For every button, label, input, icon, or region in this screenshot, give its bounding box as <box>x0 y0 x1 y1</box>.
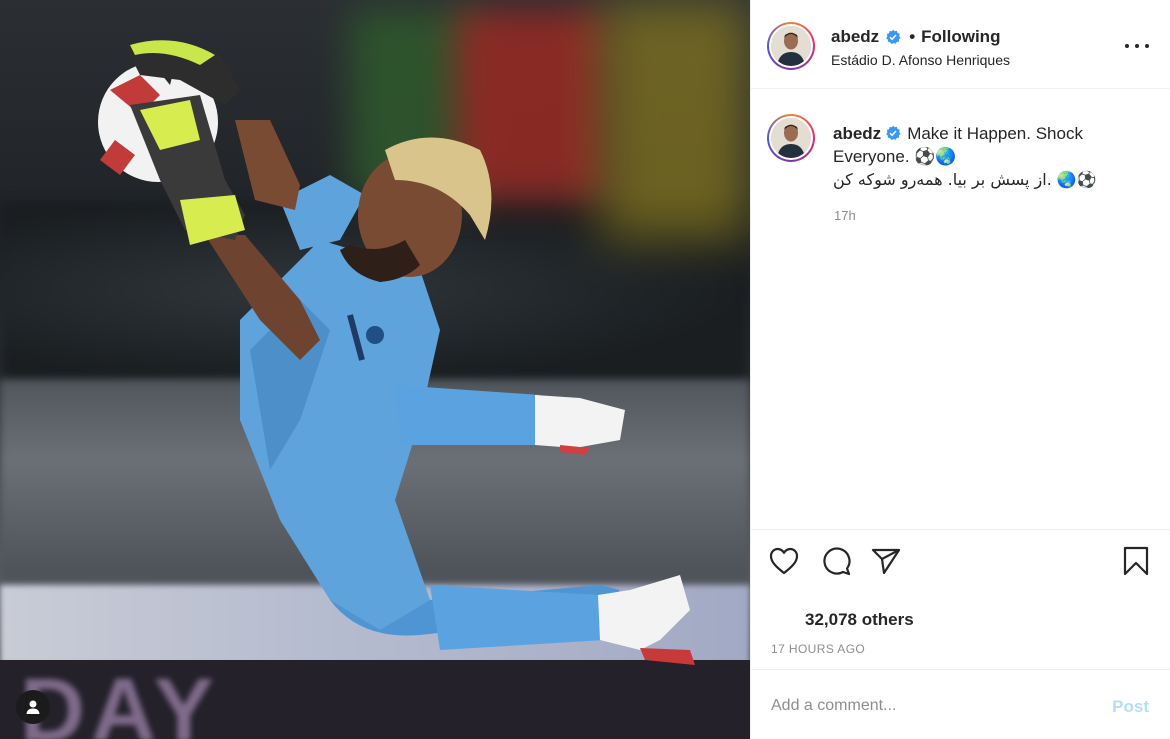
header-user-line: abedz • Following <box>831 27 1000 47</box>
caption-timestamp[interactable]: 17h <box>834 208 856 223</box>
likes-count[interactable]: 32,078 others <box>805 610 914 630</box>
ellipsis-icon <box>1135 44 1139 48</box>
save-button[interactable] <box>1119 544 1153 578</box>
avatar[interactable] <box>767 22 815 70</box>
profile-photo <box>771 118 811 158</box>
background-board-lettering: DAY <box>20 661 220 739</box>
like-button[interactable] <box>767 544 801 578</box>
post-timestamp[interactable]: 17 HOURS AGO <box>771 642 865 656</box>
verified-badge-icon <box>886 29 901 44</box>
avatar[interactable] <box>767 114 815 162</box>
comment-form: Post <box>751 669 1170 739</box>
share-button[interactable] <box>869 544 903 578</box>
person-icon <box>26 700 40 714</box>
ellipsis-icon <box>1145 44 1149 48</box>
post-side-panel: abedz • Following Estádio D. Afonso Henr… <box>750 0 1170 739</box>
username-link[interactable]: abedz <box>831 27 879 47</box>
post-caption: abedz Make it Happen. Shock Everyone. ⚽🌏… <box>751 89 1170 529</box>
caption-text: abedz Make it Happen. Shock Everyone. ⚽🌏… <box>833 122 1133 191</box>
username-link[interactable]: abedz <box>833 124 881 143</box>
post-header: abedz • Following Estádio D. Afonso Henr… <box>751 0 1170 89</box>
goalkeeper-illustration <box>98 39 695 665</box>
following-button[interactable]: Following <box>921 27 1000 47</box>
comment-button[interactable] <box>819 544 853 578</box>
paper-plane-icon <box>871 548 901 575</box>
post-comment-button[interactable]: Post <box>1112 697 1149 717</box>
tagged-users-button[interactable] <box>16 690 50 724</box>
speech-bubble-icon <box>823 547 851 576</box>
caption-line-persian: از پسش بر بیا. همه‌رو شوکه کن. 🌏⚽ <box>833 170 1097 189</box>
verified-badge-icon <box>886 125 901 140</box>
bookmark-icon <box>1123 546 1149 576</box>
ellipsis-icon <box>1125 44 1129 48</box>
more-options-button[interactable] <box>1125 36 1149 56</box>
post-image[interactable]: DAY <box>0 0 750 739</box>
profile-photo <box>771 26 811 66</box>
header-separator: • <box>909 27 916 46</box>
comment-input[interactable] <box>771 694 1101 718</box>
post-actions: 32,078 others 17 HOURS AGO <box>751 529 1170 669</box>
heart-icon <box>769 547 799 575</box>
location-link[interactable]: Estádio D. Afonso Henriques <box>831 52 1010 68</box>
